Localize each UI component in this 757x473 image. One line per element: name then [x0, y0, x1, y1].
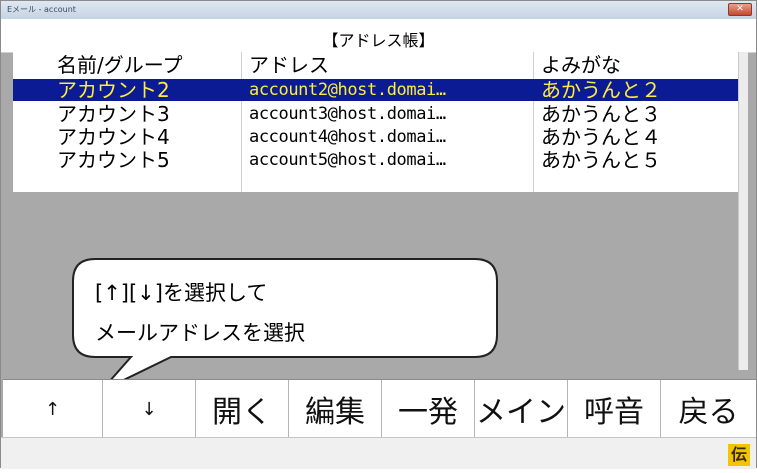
row-name: アカウント3 — [57, 102, 170, 126]
table-row[interactable]: アカウント2 account2@host.domai… あかうんと２ — [13, 79, 739, 101]
row-address: account4@host.domai… — [249, 127, 446, 147]
up-arrow-button[interactable]: ↑ — [3, 380, 103, 438]
row-name: アカウント5 — [57, 148, 170, 172]
page-title: 【アドレス帳】 — [322, 31, 435, 50]
column-header-address[interactable]: アドレス — [249, 54, 329, 76]
table-header-row: 名前/グループ アドレス よみがな — [13, 54, 739, 76]
row-reading: あかうんと２ — [541, 78, 661, 102]
help-text: [↑][↓]を選択して メールアドレスを選択 — [95, 273, 305, 353]
help-text-line1: [↑][↓]を選択して — [95, 281, 268, 305]
row-name: アカウント4 — [57, 125, 170, 149]
vertical-scrollbar[interactable] — [738, 52, 748, 370]
down-arrow-button[interactable]: ↓ — [103, 380, 196, 438]
row-reading: あかうんと５ — [541, 148, 661, 172]
address-list: 名前/グループ アドレス よみがな アカウント2 account2@host.d… — [13, 52, 739, 192]
row-address: account5@host.domai… — [249, 150, 446, 170]
table-row[interactable]: アカウント5 account5@host.domai… あかうんと５ — [13, 149, 739, 171]
row-address: account2@host.domai… — [249, 80, 446, 100]
main-button[interactable]: メイン — [475, 380, 568, 438]
close-button[interactable]: ✕ — [728, 3, 752, 16]
column-header-name[interactable]: 名前/グループ — [57, 54, 183, 76]
column-header-reading[interactable]: よみがな — [541, 54, 621, 76]
address-book-window: Eメール - account ✕ 【アドレス帳】 名前/グループ アドレス よみ… — [0, 0, 757, 469]
edit-button[interactable]: 編集 — [289, 380, 382, 438]
title-bar: Eメール - account ✕ — [1, 1, 756, 19]
row-address: account3@host.domai… — [249, 104, 446, 124]
status-badge: 伝 — [728, 444, 750, 466]
table-row[interactable]: アカウント3 account3@host.domai… あかうんと３ — [13, 103, 739, 125]
table-row[interactable]: アカウント4 account4@host.domai… あかうんと４ — [13, 126, 739, 148]
row-name: アカウント2 — [57, 78, 170, 102]
open-button[interactable]: 開く — [196, 380, 289, 438]
row-reading: あかうんと３ — [541, 102, 661, 126]
window-title: Eメール - account — [7, 5, 76, 14]
back-button[interactable]: 戻る — [661, 380, 756, 438]
help-text-line2: メールアドレスを選択 — [95, 321, 305, 345]
status-bar: 伝 — [1, 437, 756, 469]
function-key-bar: ↑ ↓ 開く 編集 一発 メイン 呼音 戻る — [3, 379, 756, 438]
row-reading: あかうんと４ — [541, 125, 661, 149]
ringtone-button[interactable]: 呼音 — [568, 380, 661, 438]
header-bar: 【アドレス帳】 — [1, 19, 756, 53]
quick-send-button[interactable]: 一発 — [382, 380, 475, 438]
